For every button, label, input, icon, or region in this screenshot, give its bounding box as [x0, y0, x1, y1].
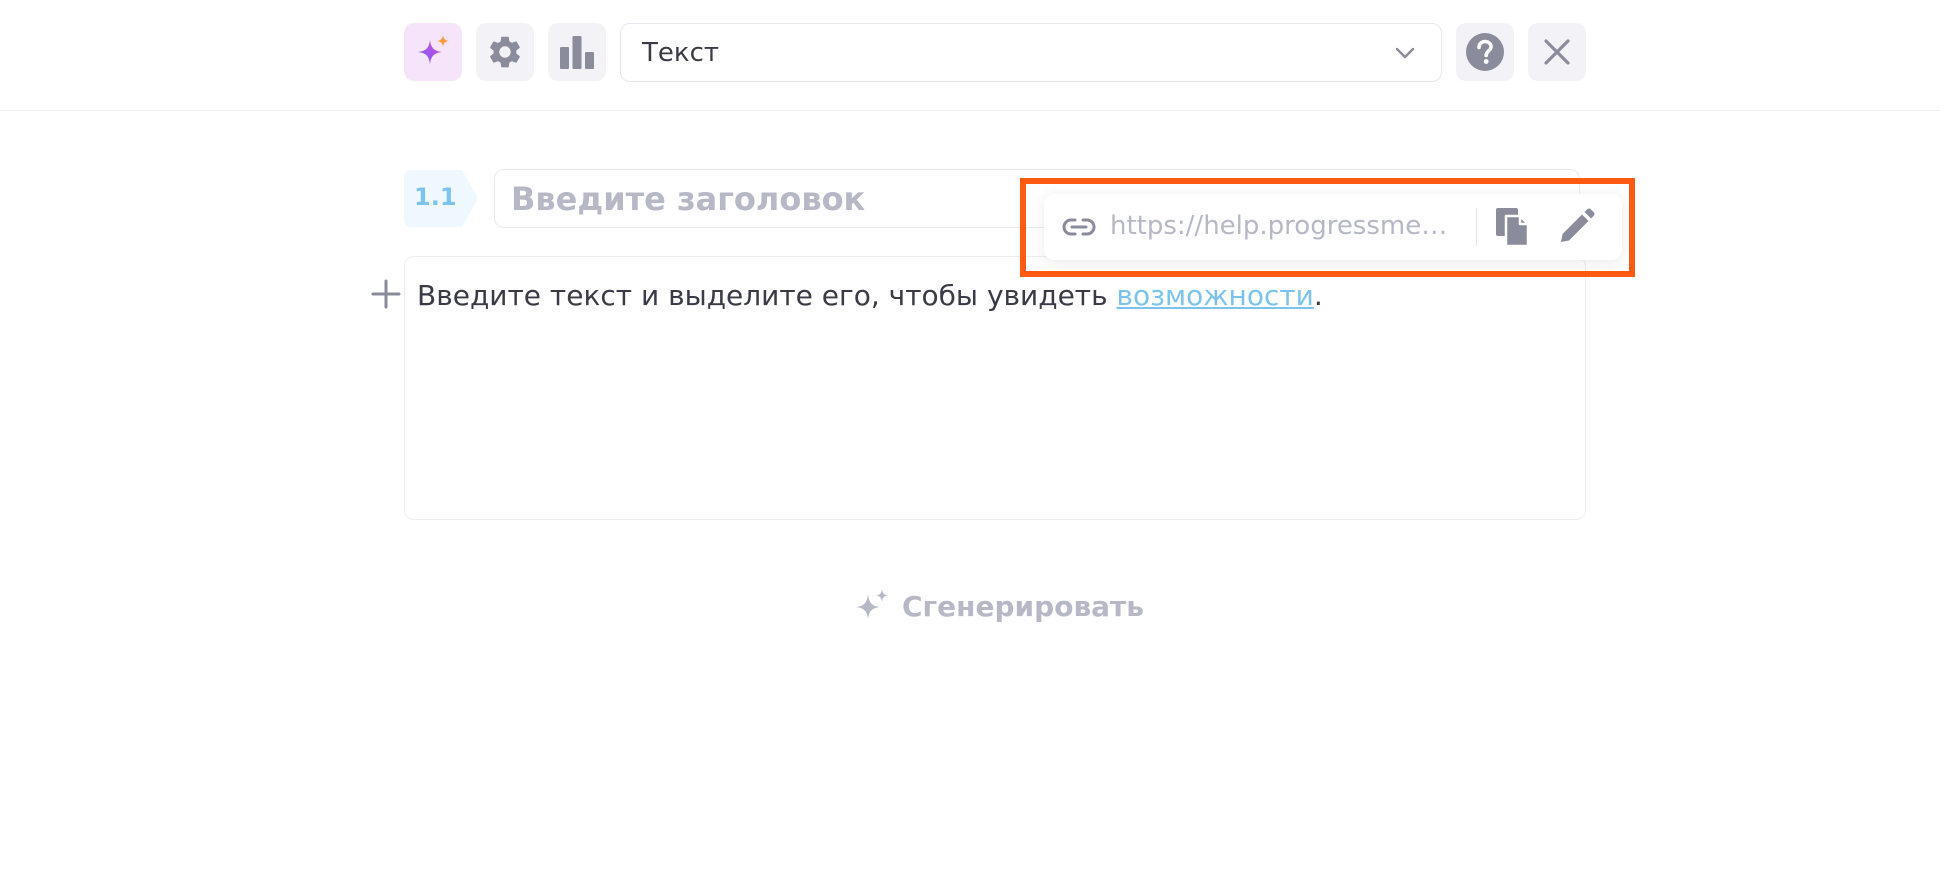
sparkle-icon — [418, 35, 449, 64]
text-editor[interactable]: Введите текст и выделите его, чтобы увид… — [404, 256, 1586, 520]
editor-text-after: . — [1313, 279, 1323, 312]
close-button[interactable] — [1528, 23, 1586, 81]
add-block-plus-icon[interactable] — [370, 278, 402, 310]
help-icon — [1466, 33, 1504, 71]
editor-text: Введите текст и выделите его, чтобы увид… — [417, 279, 1323, 312]
content-type-value: Текст — [642, 37, 720, 68]
editor-link[interactable]: возможности — [1117, 279, 1314, 312]
popover-highlight-frame — [1020, 178, 1635, 277]
bar-chart-icon — [560, 36, 594, 69]
gear-icon — [490, 36, 520, 68]
heading-number: 1.1 — [414, 183, 457, 211]
generate-label: Сгенерировать — [902, 589, 1144, 623]
heading-placeholder: Введите заголовок — [511, 179, 866, 218]
close-icon — [1544, 39, 1570, 65]
statistics-button[interactable] — [548, 23, 606, 81]
chevron-down-icon — [1395, 47, 1415, 59]
content-type-select[interactable]: Текст — [620, 23, 1442, 82]
settings-button[interactable] — [476, 23, 534, 81]
generate-button[interactable]: Сгенерировать — [852, 586, 1144, 626]
ai-sparkle-button[interactable] — [404, 23, 462, 81]
sparkle-icon — [856, 589, 888, 619]
help-button[interactable] — [1456, 23, 1514, 81]
top-toolbar: Текст — [0, 0, 1940, 111]
editor-text-before: Введите текст и выделите его, чтобы увид… — [417, 279, 1117, 312]
heading-number-badge: 1.1 — [404, 170, 478, 227]
